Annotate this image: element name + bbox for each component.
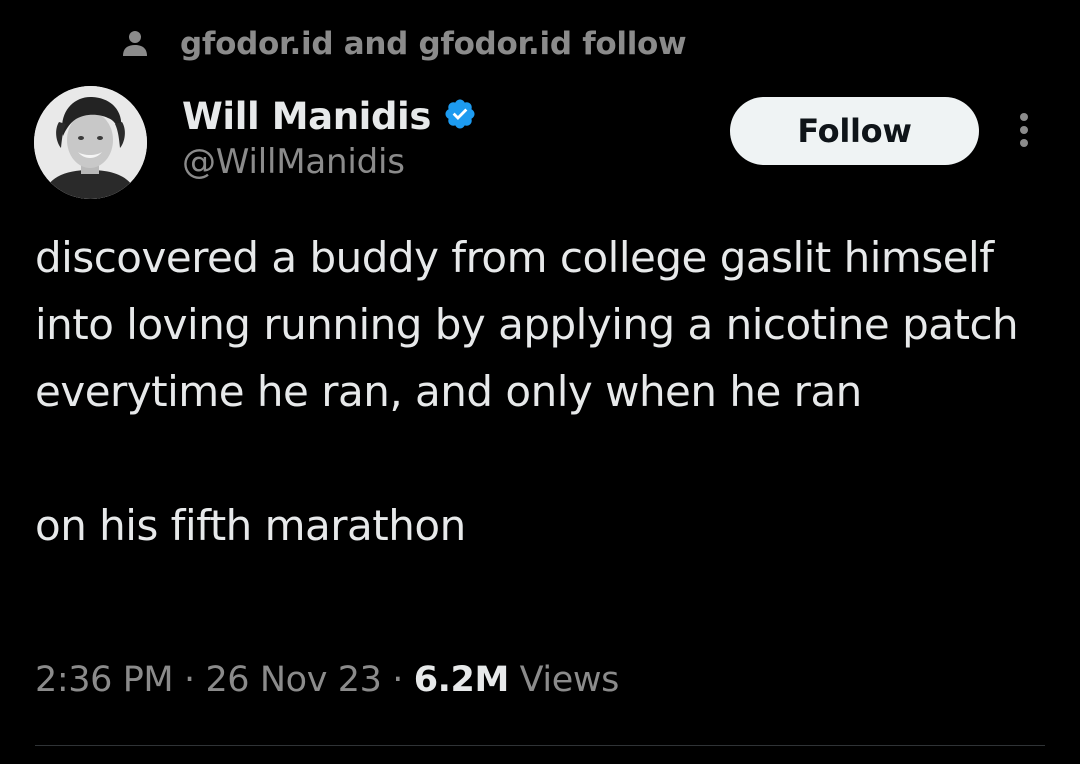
more-vertical-icon (1018, 112, 1030, 152)
tweet-date[interactable]: 26 Nov 23 (205, 660, 381, 700)
name-row: Will Manidis (182, 92, 477, 140)
social-context[interactable]: gfodor.id and gfodor.id follow (120, 22, 687, 66)
divider (35, 745, 1045, 746)
meta-separator: · (392, 660, 403, 700)
tweet-paragraph: discovered a buddy from college gaslit h… (35, 233, 1019, 416)
views-label[interactable]: Views (520, 660, 620, 700)
views-count[interactable]: 6.2M (414, 660, 510, 700)
more-options-button[interactable] (1008, 112, 1040, 152)
tweet-text: discovered a buddy from college gaslit h… (35, 224, 1045, 559)
verified-badge-icon[interactable] (443, 97, 477, 135)
author-display-name[interactable]: Will Manidis (182, 95, 431, 138)
tweet-time[interactable]: 2:36 PM (35, 660, 174, 700)
tweet-paragraph: on his fifth marathon (35, 501, 466, 550)
social-context-text: gfodor.id and gfodor.id follow (180, 26, 687, 62)
author-info: Will Manidis @WillManidis (182, 92, 477, 182)
tweet-meta: 2:36 PM · 26 Nov 23 · 6.2M Views (35, 660, 619, 700)
author-handle[interactable]: @WillManidis (182, 142, 477, 182)
person-icon (120, 29, 150, 59)
follow-button[interactable]: Follow (730, 97, 979, 165)
meta-separator: · (183, 660, 195, 700)
avatar[interactable] (34, 86, 147, 199)
